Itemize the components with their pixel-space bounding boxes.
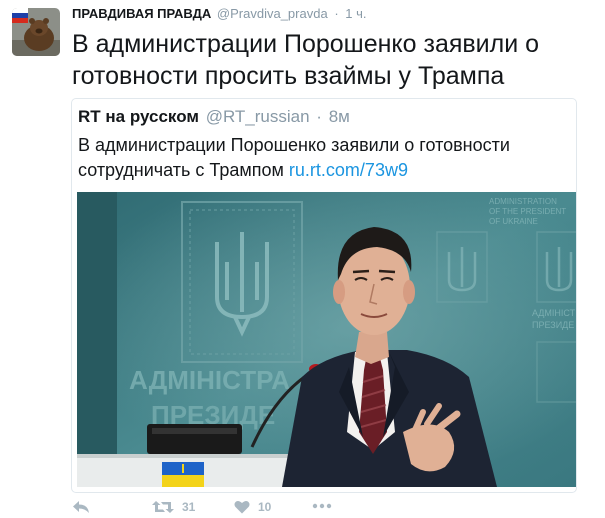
tweet-actions: 31 10	[72, 500, 552, 518]
quoted-text: В администрации Порошенко заявили о гото…	[78, 133, 568, 183]
tweet-header: ПРАВДИВАЯ ПРАВДА @Pravdiva_pravda · 1 ч.	[72, 6, 367, 21]
quoted-author-name[interactable]: RT на русском	[78, 107, 199, 126]
like-button[interactable]: 10	[234, 500, 271, 514]
wall-small-text-2: OF THE PRESIDENT	[489, 207, 566, 216]
wall-small-text-5: ПРЕЗИДЕ	[532, 320, 574, 330]
tweet-timestamp[interactable]: 1 ч.	[345, 6, 366, 21]
more-icon	[312, 503, 332, 509]
author-handle[interactable]: @Pravdiva_pravda	[217, 6, 328, 21]
wall-small-text-4: АДМІНІСТ	[532, 308, 576, 318]
quoted-timestamp[interactable]: 8м	[329, 107, 350, 126]
reply-icon	[73, 501, 89, 513]
wall-text-1: АДМІНІСТРА	[129, 365, 290, 395]
wall-small-text-1: ADMINISTRATION	[489, 197, 557, 206]
separator-dot: ·	[334, 6, 339, 21]
quoted-photo[interactable]: АДМІНІСТРА ПРЕЗИДЕ ADMINISTRATION OF THE…	[77, 192, 576, 487]
like-count: 10	[258, 500, 272, 514]
tweet-text: В администрации Порошенко заявили о гото…	[72, 30, 540, 90]
retweet-count: 31	[182, 500, 196, 514]
heart-icon	[234, 500, 250, 514]
quoted-link[interactable]: ru.rt.com/73w9	[289, 160, 408, 180]
author-name[interactable]: ПРАВДИВАЯ ПРАВДА	[72, 6, 211, 21]
press-conference-photo: АДМІНІСТРА ПРЕЗИДЕ ADMINISTRATION OF THE…	[77, 192, 576, 487]
wall-small-text-3: OF UKRAINE	[489, 217, 538, 226]
avatar[interactable]	[12, 8, 60, 56]
quoted-header: RT на русском @RT_russian · 8м	[78, 107, 350, 127]
quoted-tweet[interactable]: RT на русском @RT_russian · 8м В админис…	[71, 98, 577, 493]
retweet-icon	[152, 501, 174, 513]
quoted-author-handle[interactable]: @RT_russian	[206, 107, 310, 126]
bear-avatar-icon	[12, 8, 60, 56]
more-button[interactable]	[312, 503, 332, 509]
retweet-button[interactable]: 31	[152, 500, 195, 514]
reply-button[interactable]	[72, 500, 90, 514]
quoted-separator-dot: ·	[316, 107, 322, 126]
tweet: ПРАВДИВАЯ ПРАВДА @Pravdiva_pravda · 1 ч.…	[0, 0, 605, 518]
